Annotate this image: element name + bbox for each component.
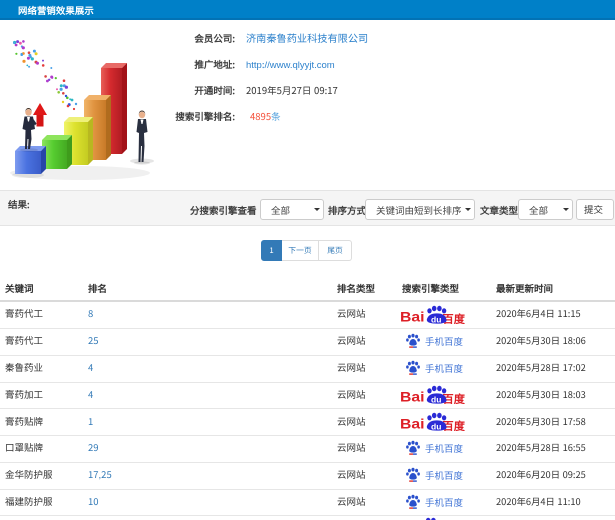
svg-text:Bai: Bai: [400, 413, 425, 431]
svg-text:百度: 百度: [443, 391, 466, 404]
svg-text:Bai: Bai: [400, 386, 425, 404]
svg-text:百度: 百度: [443, 311, 466, 324]
svg-text:du: du: [431, 394, 441, 405]
svg-text:Bai: Bai: [400, 306, 425, 324]
svg-text:百度: 百度: [443, 418, 466, 431]
svg-text:du: du: [431, 421, 441, 432]
svg-text:du: du: [431, 314, 441, 325]
